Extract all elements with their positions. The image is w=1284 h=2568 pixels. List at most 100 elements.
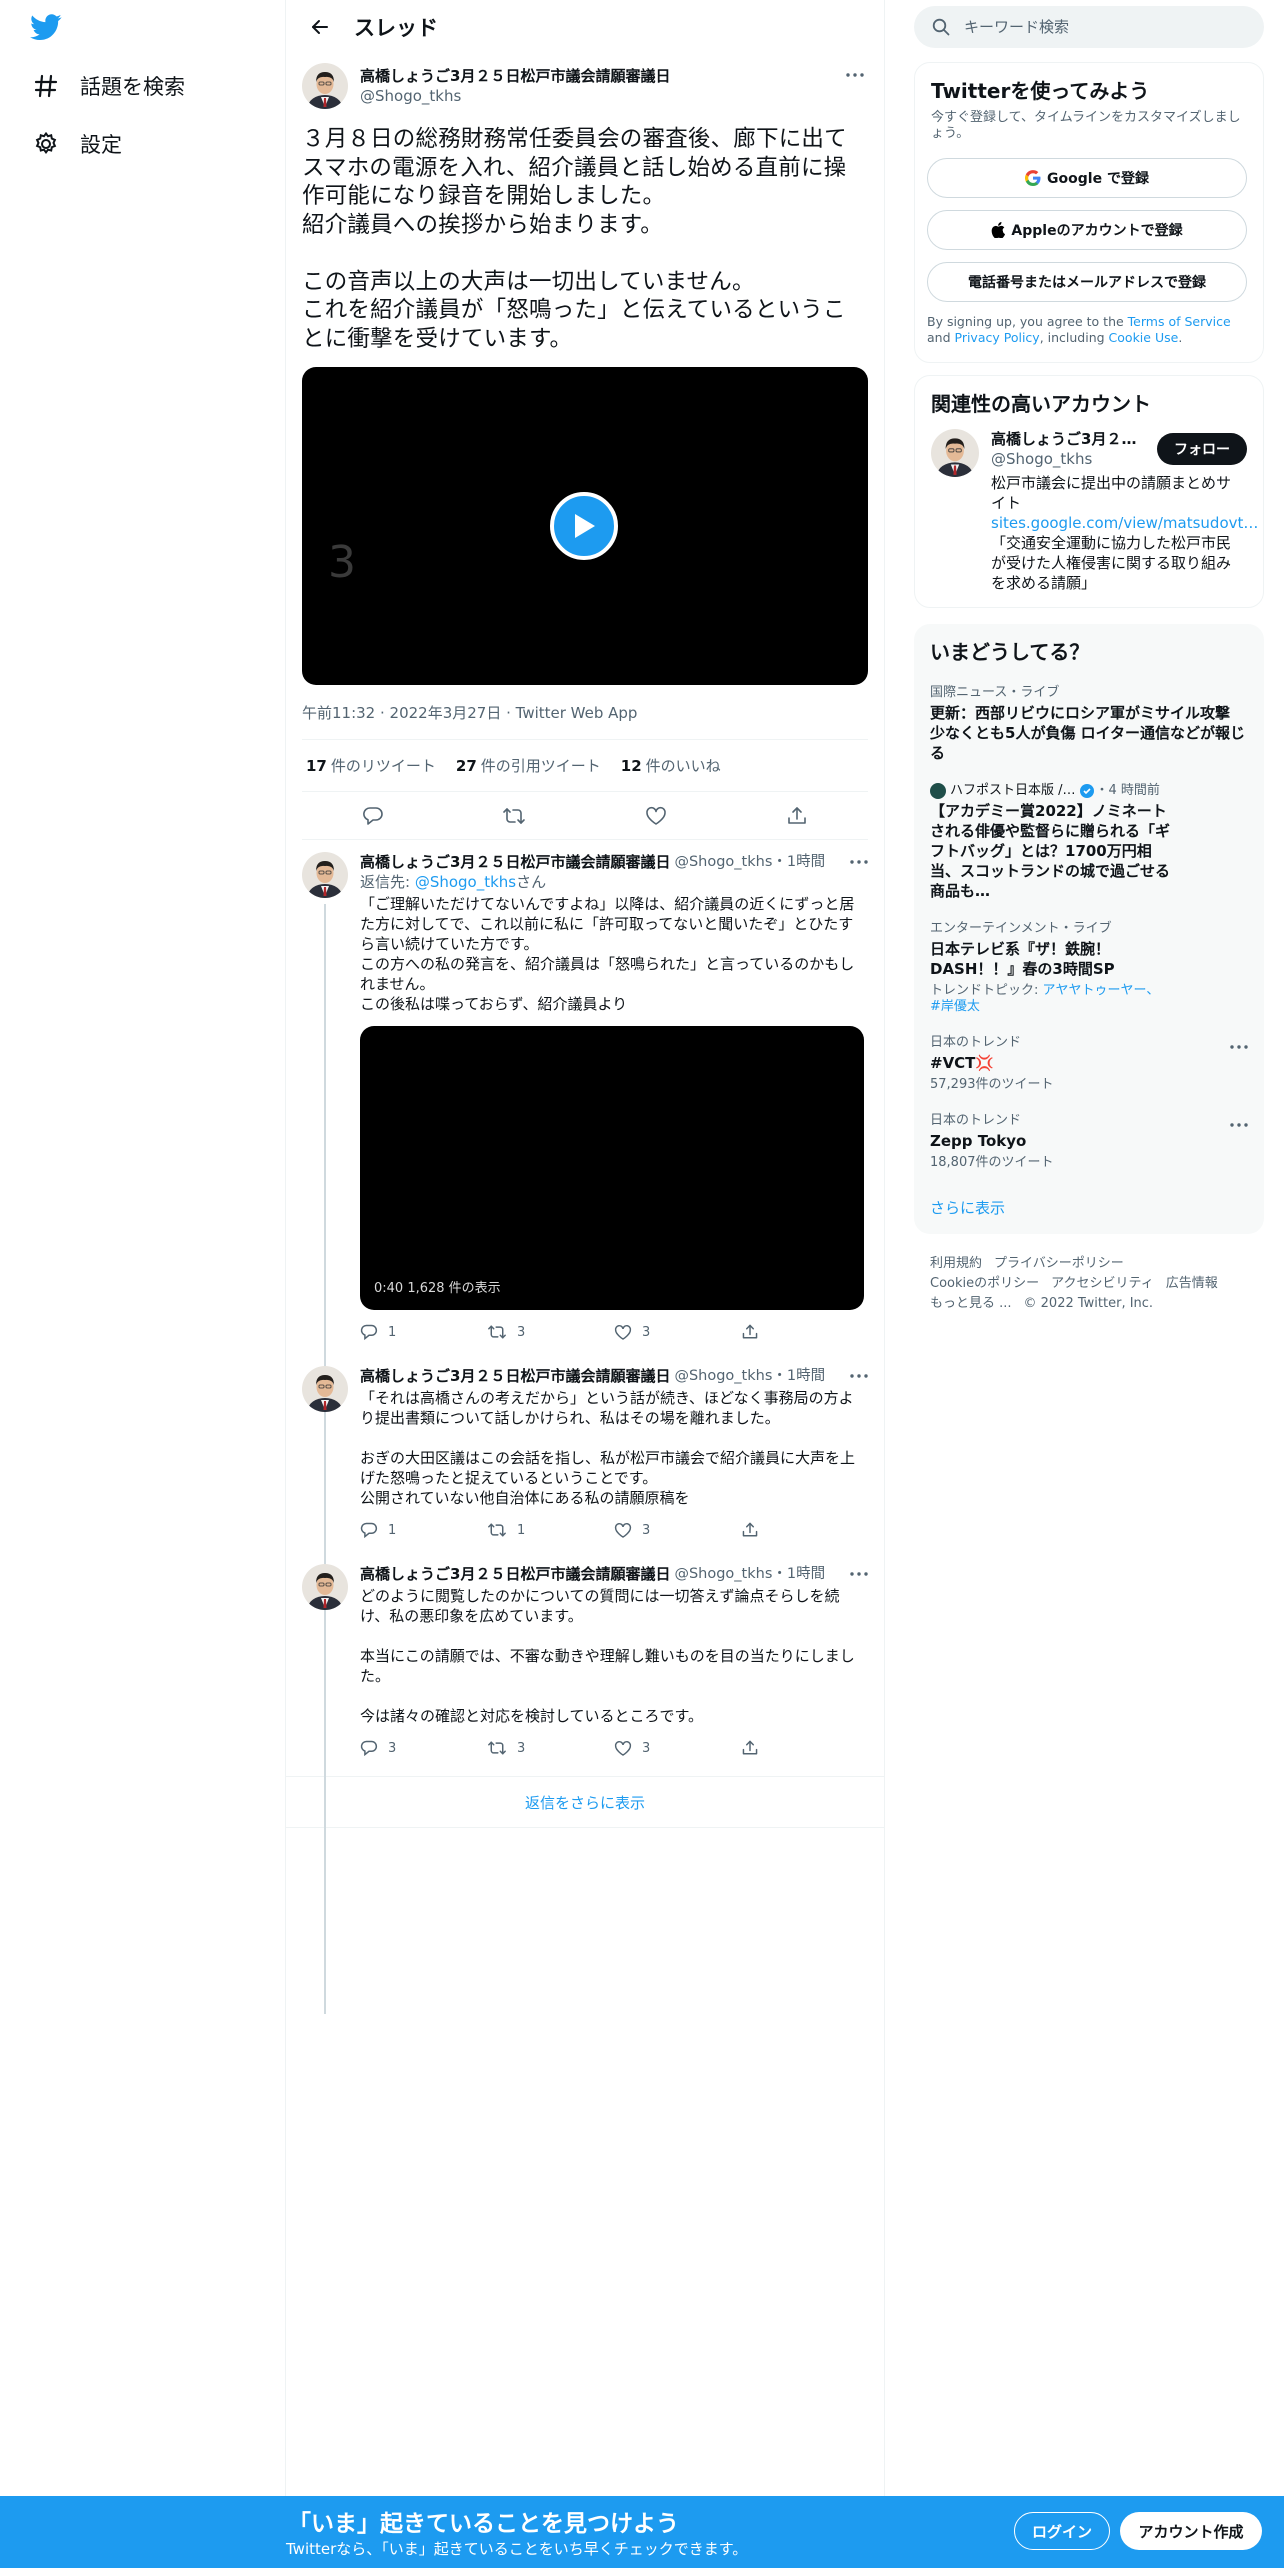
retweet-icon: [488, 1741, 506, 1755]
video-countdown: 3: [328, 537, 356, 588]
search-input[interactable]: [964, 18, 1224, 36]
trend-count: 57,293件のツイート: [930, 1077, 1054, 1092]
footer-link[interactable]: アクセシビリティ: [1051, 1276, 1154, 1291]
avatar[interactable]: [302, 1366, 348, 1412]
reply-button[interactable]: 3: [360, 1739, 487, 1757]
show-more-replies-button[interactable]: 返信をさらに表示: [286, 1776, 884, 1828]
reply-author-name[interactable]: 高橋しょうご3月２５日松戸市議会請願審議日: [360, 852, 670, 872]
more-options-icon[interactable]: [846, 1366, 872, 1386]
footer-link[interactable]: 利用規約: [930, 1256, 982, 1271]
reply-author-handle[interactable]: @Shogo_tkhs: [674, 852, 772, 872]
more-options-icon[interactable]: [1226, 1115, 1252, 1135]
trend-item[interactable]: 国際ニュース・ライブ 更新：西部リビウにロシア軍がミサイル攻撃 少なくとも5人が…: [914, 675, 1264, 773]
reply-button[interactable]: 1: [360, 1323, 487, 1341]
footer-link[interactable]: Cookieのポリシー: [930, 1276, 1039, 1291]
search-box[interactable]: [914, 6, 1264, 48]
signup-subtitle: 今すぐ登録して、タイムラインをカスタマイズしましょう。: [931, 110, 1241, 141]
more-options-icon[interactable]: [846, 1564, 872, 1584]
retweet-button[interactable]: 1: [487, 1521, 614, 1539]
cookie-use-link[interactable]: Cookie Use: [1109, 330, 1179, 345]
share-button[interactable]: [741, 1323, 868, 1341]
reply-count: 1: [388, 1522, 397, 1538]
replying-suffix: さん: [516, 873, 547, 891]
terms-notice: By signing up, you agree to the Terms of…: [915, 302, 1263, 362]
reply-author-name[interactable]: 高橋しょうご3月２５日松戸市議会請願審議日: [360, 1366, 670, 1386]
terms-text: and: [927, 330, 955, 345]
twitter-bird-icon[interactable]: [30, 14, 66, 44]
trend-time: ・4 時間前: [1095, 783, 1160, 798]
terms-of-service-link[interactable]: Terms of Service: [1128, 314, 1231, 329]
like-stat[interactable]: 12 件のいいね: [621, 755, 721, 776]
trend-topics-prefix: トレンドトピック:: [930, 983, 1043, 998]
video-info: 0:40 1,628 件の表示: [374, 1281, 501, 1296]
reply-author-name[interactable]: 高橋しょうご3月２５日松戸市議会請願審議日: [360, 1564, 670, 1584]
like-button[interactable]: 3: [614, 1522, 741, 1539]
like-button[interactable]: 3: [614, 1324, 741, 1341]
main-column: スレッド 高橋しょうご3月２５日松戸市議会請願審議日 @Shogo_tkhs ３…: [285, 0, 885, 2500]
footer-link[interactable]: プライバシーポリシー: [994, 1256, 1124, 1271]
play-icon[interactable]: [550, 492, 618, 560]
more-options-icon[interactable]: [846, 852, 872, 872]
reply-time[interactable]: ・1時間: [772, 1564, 825, 1584]
author-name[interactable]: 高橋しょうご3月２５日松戸市議会請願審議日: [360, 66, 670, 86]
reply-author-handle[interactable]: @Shogo_tkhs: [674, 1564, 772, 1584]
avatar[interactable]: [302, 63, 348, 109]
trend-item[interactable]: ハフポスト日本版 /… ・4 時間前 【アカデミー賞2022】ノミネートされる俳…: [914, 773, 1264, 911]
reply-author-handle[interactable]: @Shogo_tkhs: [674, 1366, 772, 1386]
signup-button[interactable]: アカウント作成: [1120, 2512, 1262, 2550]
reply-tweet[interactable]: 高橋しょうご3月２５日松戸市議会請願審議日 @Shogo_tkhs ・1時間 返…: [286, 840, 884, 2014]
avatar[interactable]: [931, 429, 979, 477]
copyright: © 2022 Twitter, Inc.: [1023, 1296, 1154, 1311]
related-name[interactable]: 高橋しょうご3月２５日松戸市議会請願審議日: [991, 429, 1141, 449]
share-icon[interactable]: [780, 799, 814, 833]
trend-item[interactable]: 日本のトレンド Zepp Tokyo 18,807件のツイート: [914, 1103, 1264, 1181]
like-icon[interactable]: [639, 799, 673, 833]
quote-stat[interactable]: 27 件の引用ツイート: [456, 755, 601, 776]
login-button[interactable]: ログイン: [1014, 2512, 1110, 2550]
author-handle[interactable]: @Shogo_tkhs: [360, 86, 670, 106]
follow-button[interactable]: フォロー: [1157, 433, 1247, 465]
reply-time[interactable]: ・1時間: [772, 1366, 825, 1386]
trend-topics: トレンドトピック: アヤヤトゥーヤー、#岸優太: [930, 983, 1160, 1015]
footer-link[interactable]: 広告情報: [1166, 1276, 1218, 1291]
reply-tweet[interactable]: 高橋しょうご3月２５日松戸市議会請願審議日 @Shogo_tkhs ・1時間 「…: [286, 1354, 884, 1552]
retweet-button[interactable]: 3: [487, 1739, 614, 1757]
apple-signup-button[interactable]: Appleのアカウントで登録: [927, 210, 1247, 250]
avatar[interactable]: [302, 852, 348, 898]
video-player[interactable]: 3: [302, 367, 868, 685]
back-arrow-icon[interactable]: [302, 9, 338, 45]
reply-text: 「それは高橋さんの考えだから」という話が続き、ほどなく事務局の方より提出書類につ…: [360, 1389, 856, 1507]
footer-more-link[interactable]: もっと見る ...: [930, 1296, 1012, 1311]
retweet-button[interactable]: 3: [487, 1323, 614, 1341]
related-accounts-card: 関連性の高いアカウント 高橋しょうご3月２５日松戸市議会請願審議日 @Shogo…: [914, 375, 1264, 608]
replying-handle-link[interactable]: @Shogo_tkhs: [415, 873, 516, 891]
more-options-icon[interactable]: [1226, 1037, 1252, 1057]
trend-item[interactable]: 日本のトレンド #VCT💢 57,293件のツイート: [914, 1025, 1264, 1103]
share-button[interactable]: [741, 1739, 868, 1757]
left-nav: 話題を検索 設定: [0, 0, 284, 2500]
video-player[interactable]: 0:40 1,628 件の表示: [360, 1026, 864, 1310]
gear-icon: [28, 126, 64, 162]
avatar[interactable]: [302, 1564, 348, 1610]
reply-time[interactable]: ・1時間: [772, 852, 825, 872]
reply-button[interactable]: 1: [360, 1521, 487, 1539]
retweet-stat[interactable]: 17 件のリツイート: [306, 755, 436, 776]
related-title: 関連性の高いアカウント: [931, 392, 1151, 416]
more-options-icon[interactable]: [842, 65, 868, 85]
google-signup-button[interactable]: Google で登録: [927, 158, 1247, 198]
related-bio-link[interactable]: sites.google.com/view/matsudovt…: [991, 514, 1258, 532]
like-button[interactable]: 3: [614, 1740, 741, 1757]
trend-item[interactable]: エンターテインメント・ライブ 日本テレビ系『ザ！鉄腕！DASH！！』春の3時間S…: [914, 911, 1264, 1025]
trends-title: いまどうしてる？: [930, 640, 1090, 664]
share-button[interactable]: [741, 1521, 868, 1539]
retweet-icon[interactable]: [497, 799, 531, 833]
related-account[interactable]: 高橋しょうご3月２５日松戸市議会請願審議日 @Shogo_tkhs 松戸市議会に…: [915, 417, 1263, 607]
reply-icon[interactable]: [356, 799, 390, 833]
privacy-policy-link[interactable]: Privacy Policy: [955, 330, 1040, 345]
nav-explore[interactable]: 話題を検索: [28, 60, 185, 112]
reply-tweet[interactable]: 高橋しょうご3月２５日松戸市議会請願審議日 @Shogo_tkhs ・1時間 ど…: [286, 1552, 884, 1770]
show-more-trends-link[interactable]: さらに表示: [914, 1181, 1264, 1234]
hashtag-icon: [28, 68, 64, 104]
nav-settings[interactable]: 設定: [28, 118, 122, 170]
phone-email-signup-button[interactable]: 電話番号またはメールアドレスで登録: [927, 262, 1247, 302]
